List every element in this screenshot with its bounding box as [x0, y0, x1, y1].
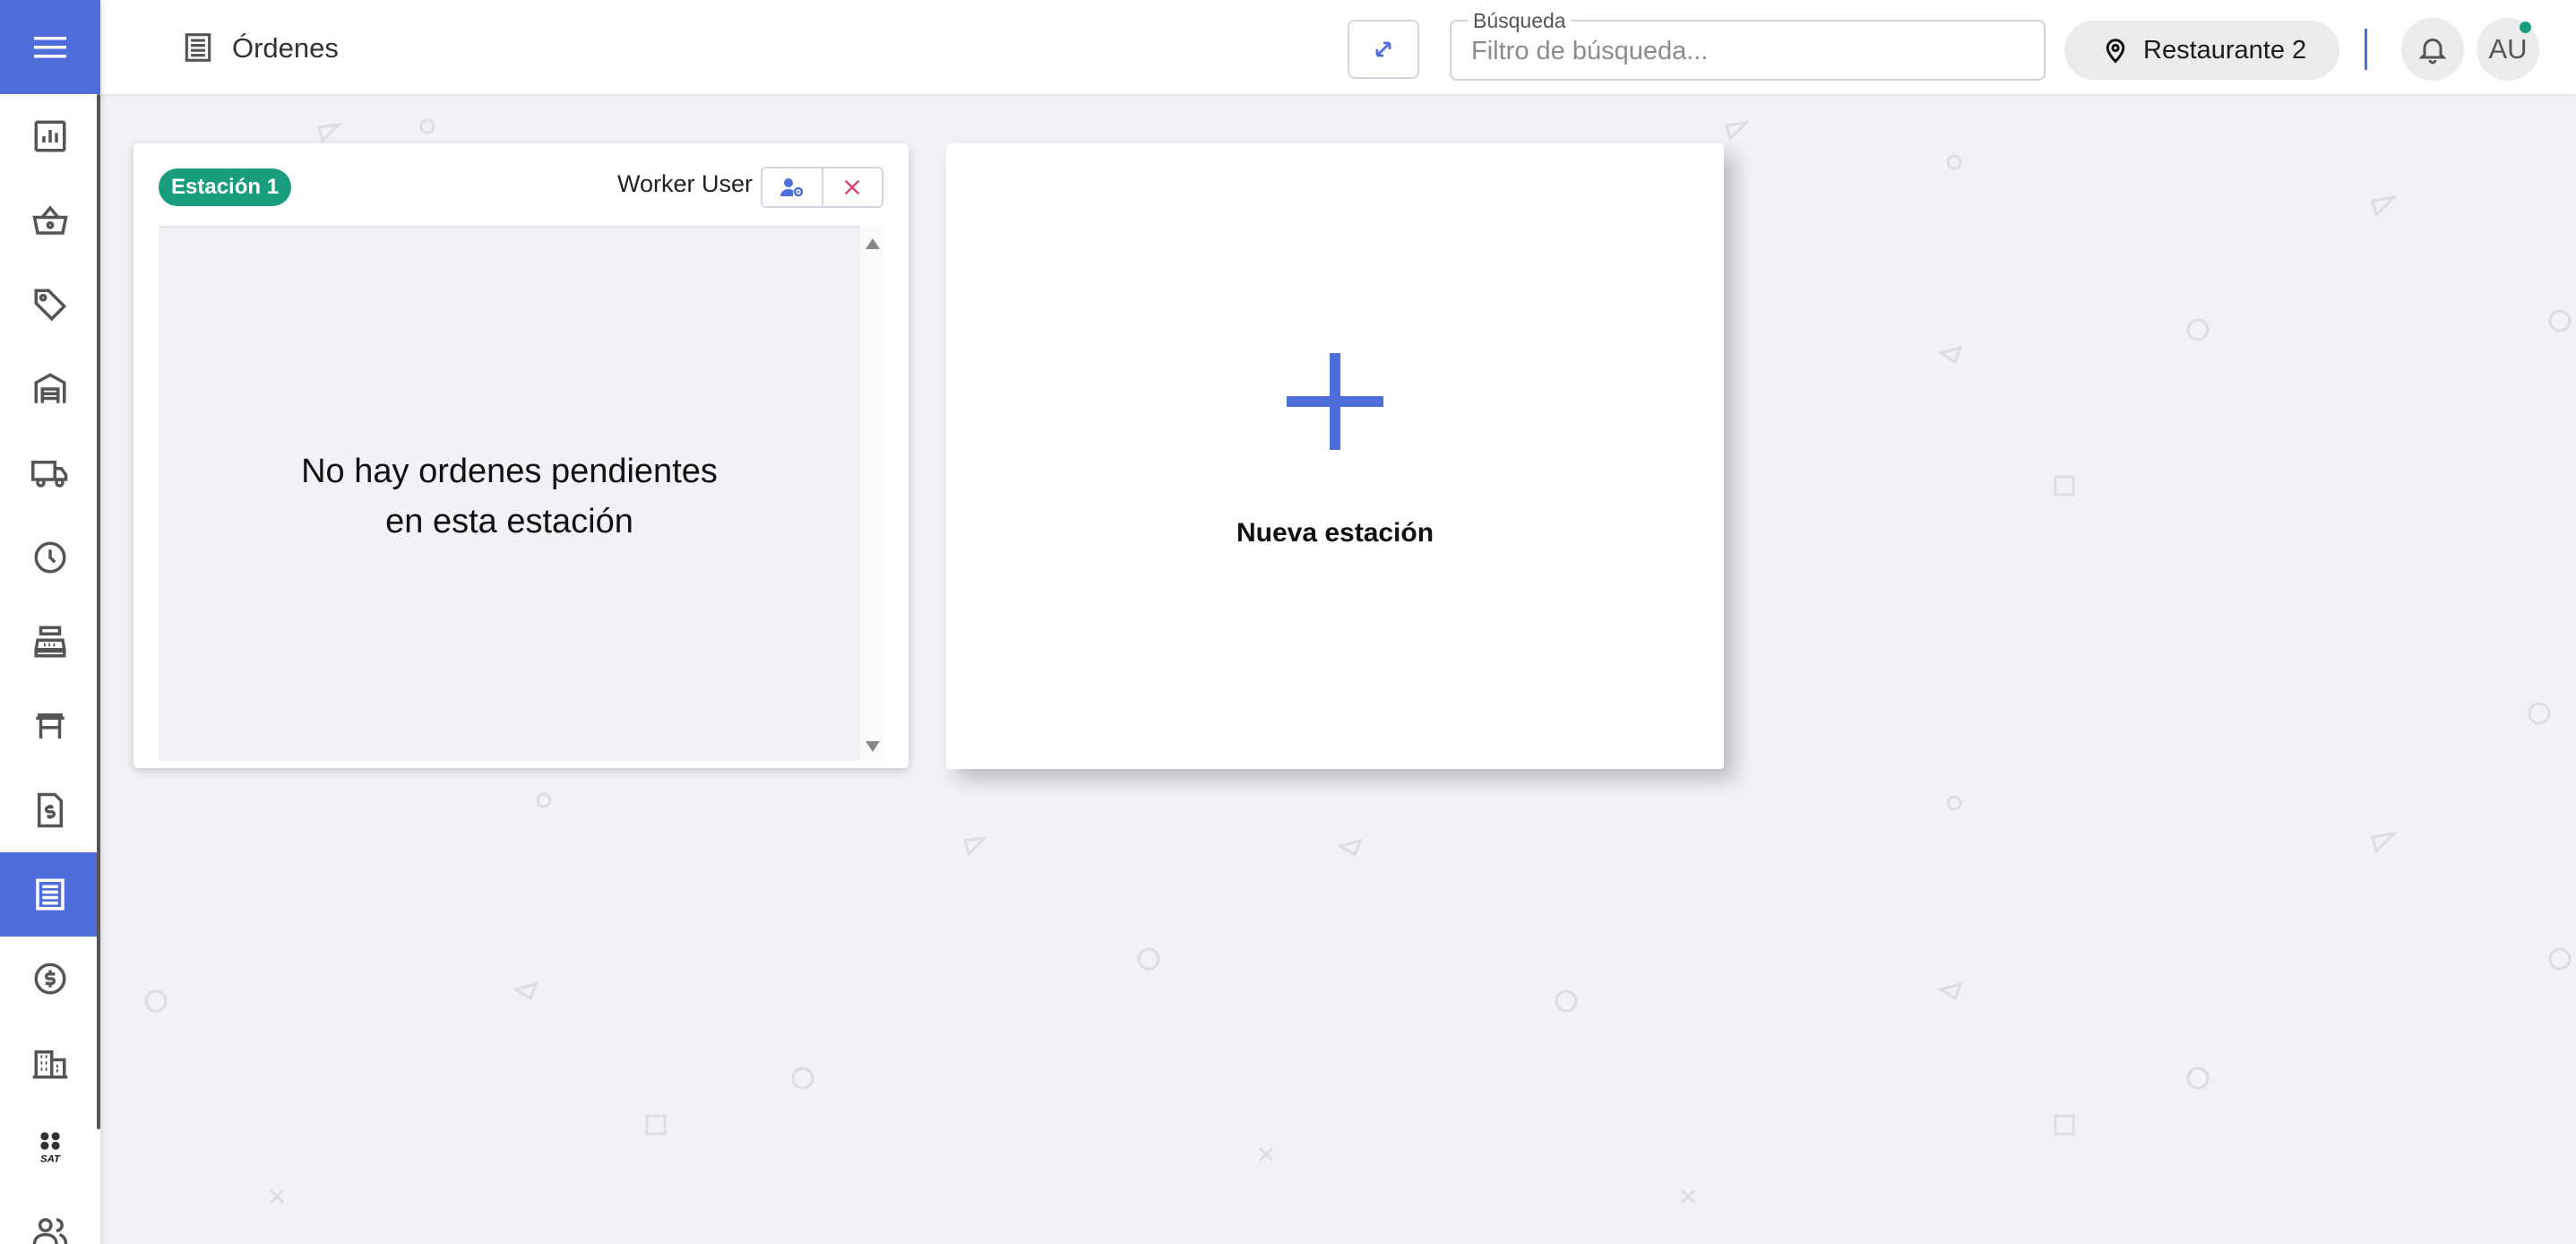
scroll-up-arrow[interactable] [866, 238, 880, 249]
sidebar-scrollbar[interactable] [97, 94, 100, 1129]
station-worker: Worker User [617, 170, 754, 197]
user-settings-icon [780, 178, 803, 197]
location-label: Restaurante 2 [2143, 35, 2307, 65]
cash-register-icon [34, 626, 66, 658]
invoice-icon [38, 792, 63, 828]
sat-icon: SAT [40, 1132, 61, 1165]
chart-icon [34, 120, 66, 152]
online-status-dot [2520, 22, 2531, 33]
header-divider [2365, 29, 2367, 70]
sidebar-item-delivery[interactable] [0, 431, 100, 515]
dollar-icon [34, 963, 66, 995]
sidebar-item-companies[interactable] [0, 1021, 100, 1105]
warehouse-icon [34, 373, 66, 403]
search-field: Búsqueda [1450, 9, 2046, 81]
page-title: Órdenes [232, 32, 339, 64]
menu-button[interactable] [0, 0, 100, 94]
sidebar-item-cashier[interactable] [0, 600, 100, 684]
table-icon [36, 713, 65, 739]
sidebar-item-reports[interactable] [0, 94, 100, 178]
bell-icon [2418, 39, 2447, 65]
sidebar-item-invoices[interactable] [0, 768, 100, 852]
scroll-down-arrow[interactable] [866, 741, 880, 752]
sidebar-item-history[interactable] [0, 515, 100, 600]
orders-scrollbar[interactable] [860, 226, 883, 761]
sidebar-item-sales[interactable] [0, 178, 100, 263]
sidebar: SAT [0, 0, 100, 1244]
assign-worker-button[interactable] [762, 168, 822, 206]
expand-icon [1375, 41, 1391, 57]
sidebar-item-users[interactable] [0, 1189, 100, 1244]
empty-message-line2: en esta estación [385, 503, 633, 540]
orders-icon [185, 33, 211, 62]
sat-label: SAT [40, 1154, 61, 1165]
empty-message-line1: No hay ordenes pendientes [301, 453, 718, 490]
empty-orders-message: No hay ordenes pendientes en esta estaci… [159, 446, 860, 547]
orders-list: No hay ordenes pendientes en esta estaci… [159, 226, 860, 761]
sidebar-item-payments[interactable] [0, 937, 100, 1021]
orders-icon [36, 878, 65, 911]
top-header: Órdenes Búsqueda Restaurante 2 AU [100, 0, 2576, 94]
fullscreen-button[interactable] [1348, 20, 1419, 79]
truck-icon [31, 461, 68, 488]
station-actions [761, 167, 883, 208]
sidebar-item-sat[interactable]: SAT [0, 1105, 100, 1189]
users-icon [32, 1218, 68, 1244]
notifications-button[interactable] [2401, 18, 2464, 81]
station-card: Estación 1 Worker User No hay ordenes pe… [134, 143, 909, 768]
sidebar-item-products[interactable] [0, 263, 100, 347]
location-pin-icon [2106, 39, 2125, 64]
hamburger-icon [34, 36, 66, 57]
close-icon [845, 179, 860, 195]
new-station-label: Nueva estación [1236, 518, 1434, 548]
delete-station-button[interactable] [821, 168, 882, 206]
sidebar-item-tables[interactable] [0, 684, 100, 768]
search-legend: Búsqueda [1468, 9, 1572, 33]
clock-icon [34, 541, 66, 574]
search-input[interactable] [1471, 34, 2027, 68]
basket-icon [32, 205, 68, 235]
tag-icon [34, 289, 67, 322]
new-station-card[interactable]: Nueva estación [946, 143, 1724, 769]
station-badge: Estación 1 [159, 168, 292, 206]
sidebar-item-warehouse[interactable] [0, 347, 100, 431]
plus-icon [1287, 353, 1383, 450]
building-icon [32, 1050, 68, 1079]
location-selector[interactable]: Restaurante 2 [2064, 21, 2339, 80]
sidebar-item-orders[interactable] [0, 852, 100, 937]
